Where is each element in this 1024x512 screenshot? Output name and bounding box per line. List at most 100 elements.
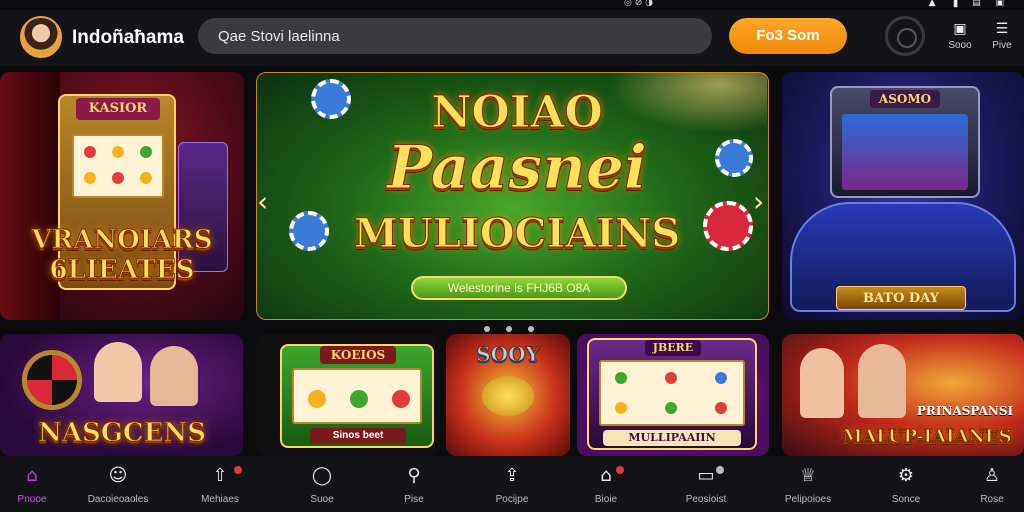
nav-item-search[interactable]: ⚲ Pise xyxy=(374,464,454,505)
carousel-dot[interactable] xyxy=(484,326,490,332)
hero-title-line1: NOIAO xyxy=(431,87,604,138)
user-icon: ♙ xyxy=(983,465,1001,486)
carousel-dot[interactable] xyxy=(528,326,534,332)
status-icons-right: ▲ ▐ ▤ ▣ xyxy=(928,0,1010,8)
nav-label: Pocijpe xyxy=(495,494,529,505)
symbol xyxy=(140,172,152,184)
cta-button[interactable]: Fo3 Som xyxy=(729,18,847,54)
table-plate: BATO DAY xyxy=(836,286,966,310)
carousel-dot[interactable] xyxy=(506,326,512,332)
nav-label: Peosioist xyxy=(685,494,727,505)
menu-icon: ☰ xyxy=(995,20,1009,36)
spinner-ring-icon[interactable] xyxy=(885,16,925,56)
nav-item-share[interactable]: ⇪ Pocijpe xyxy=(472,464,552,505)
slot-sign: JBERE xyxy=(645,340,701,356)
nav-label: Pnooe xyxy=(17,494,47,505)
card-title: NASGCENS xyxy=(38,418,207,449)
poker-chip-icon xyxy=(715,139,753,177)
symbol xyxy=(665,372,677,384)
window-icon: ▭ xyxy=(697,465,715,486)
symbol xyxy=(715,402,727,414)
promo-card-slot-purple[interactable]: JBERE MULLIPAAIIN xyxy=(577,334,769,456)
nav-item-upload[interactable]: ⇧ Mehiaes xyxy=(180,464,260,505)
tag-icon: ⌂ xyxy=(600,465,612,486)
person-figure xyxy=(858,344,906,418)
header-button-label: Sooo xyxy=(948,40,972,51)
symbol xyxy=(665,402,677,414)
symbol xyxy=(84,172,96,184)
slot-reels xyxy=(599,360,745,426)
face-icon: ☺ xyxy=(108,465,128,486)
bottom-nav: ⌂ Pnooe ☺ Dacoieoaoles ⇧ Mehiaes ◯ Suoe … xyxy=(0,456,1024,512)
symbol xyxy=(112,146,124,158)
nav-item-profile[interactable]: ♙ Rose xyxy=(952,464,1024,505)
search-input[interactable]: Qae Stovi laelinna xyxy=(198,18,712,54)
slot-machine: JBERE MULLIPAAIIN xyxy=(587,338,757,450)
header-button-menu[interactable]: ☰ Pive xyxy=(982,20,1022,51)
nav-item-home[interactable]: ⌂ Pnooe xyxy=(0,464,72,505)
slot-sign: KOEIOS xyxy=(320,346,396,364)
notification-badge xyxy=(234,466,242,474)
promo-card-slot-green[interactable]: KOEIOS Sinos beet xyxy=(256,334,440,456)
roulette-wheel-icon xyxy=(22,350,82,410)
symbol xyxy=(615,372,627,384)
search-placeholder: Qae Stovi laelinna xyxy=(218,28,340,45)
promo-card-table[interactable]: ASOMO BATO DAY xyxy=(782,72,1024,320)
poker-chip-icon xyxy=(311,79,351,119)
person-figure xyxy=(800,348,844,418)
nav-label: Dacoieoaoles xyxy=(87,494,149,505)
nav-item-chat[interactable]: ◯ Suoe xyxy=(282,464,362,505)
card-sign: SOOY xyxy=(476,342,541,367)
nav-label: Bioie xyxy=(594,494,618,505)
person-figure xyxy=(150,346,198,406)
hero-banner[interactable]: NOIAO Paasnei MULIOCIAINS Welestorine is… xyxy=(256,72,769,320)
app-header: Indoñaħama Qae Stovi laelinna Fo3 Som ▣ … xyxy=(0,10,1024,66)
notification-badge xyxy=(616,466,624,474)
settings-icon: ⚙ xyxy=(897,465,915,486)
promo-title-line1: VRANOIARS xyxy=(31,225,213,255)
screen-sign: ASOMO xyxy=(870,90,940,108)
nav-label: Suoe xyxy=(310,494,334,505)
symbol xyxy=(84,146,96,158)
slot-reels xyxy=(72,134,164,198)
hero-title-line3: MULIOCIAINS xyxy=(353,210,681,257)
nav-label: Sonce xyxy=(891,494,921,505)
nav-item-hat[interactable]: ♕ Pelipoioes xyxy=(768,464,848,505)
promo-title-line2: 6LIEATES xyxy=(49,255,195,285)
poker-chip-icon xyxy=(703,201,753,251)
nav-item-face[interactable]: ☺ Dacoieoaoles xyxy=(78,464,158,505)
upload-icon: ⇧ xyxy=(212,465,228,486)
nav-item-window[interactable]: ▭ Peosioist xyxy=(666,464,746,505)
nav-label: Pise xyxy=(404,494,424,505)
gold-pot-icon xyxy=(482,376,534,416)
symbol xyxy=(715,372,727,384)
nav-label: Mehiaes xyxy=(201,494,239,505)
status-icons-left: ◎ ⊘ ◑ xyxy=(624,0,653,8)
share-icon: ⇪ xyxy=(504,465,520,486)
header-button-chat[interactable]: ▣ Sooo xyxy=(940,20,980,51)
search-icon: ⚲ xyxy=(407,465,421,486)
symbol xyxy=(350,390,368,408)
carousel-next-icon[interactable]: › xyxy=(753,185,764,218)
status-dot xyxy=(716,466,724,474)
chat-icon: ▣ xyxy=(953,20,967,36)
screen-display xyxy=(842,114,968,190)
promo-card-casino-hosts[interactable]: PRINASPANSI MALUP-IAIANES xyxy=(782,334,1024,456)
slot-reels xyxy=(292,368,422,424)
promo-card-slot-red[interactable]: SOOY xyxy=(446,334,570,456)
status-bar: ◎ ⊘ ◑ ▲ ▐ ▤ ▣ xyxy=(0,0,1024,10)
carousel-prev-icon[interactable]: ‹ xyxy=(257,185,268,218)
promo-card-roulette[interactable]: NASGCENS xyxy=(0,334,243,456)
card-title-line2: MALUP-IAIANES xyxy=(842,426,1012,448)
header-button-label: Pive xyxy=(992,40,1012,51)
brand-title: Indoñaħama xyxy=(72,27,184,48)
nav-label: Rose xyxy=(980,494,1004,505)
chat-icon: ◯ xyxy=(311,465,333,486)
poker-chip-icon xyxy=(289,211,329,251)
nav-item-settings[interactable]: ⚙ Sonce xyxy=(866,464,946,505)
nav-item-tag[interactable]: ⌂ Bioie xyxy=(566,464,646,505)
hero-title-line2: Paasnei xyxy=(387,133,648,203)
slot-plate: MULLIPAAIIN xyxy=(603,430,741,446)
promo-card-slots[interactable]: KASIOR VRANOIARS 6LIEATES xyxy=(0,72,244,320)
avatar[interactable] xyxy=(20,16,62,58)
